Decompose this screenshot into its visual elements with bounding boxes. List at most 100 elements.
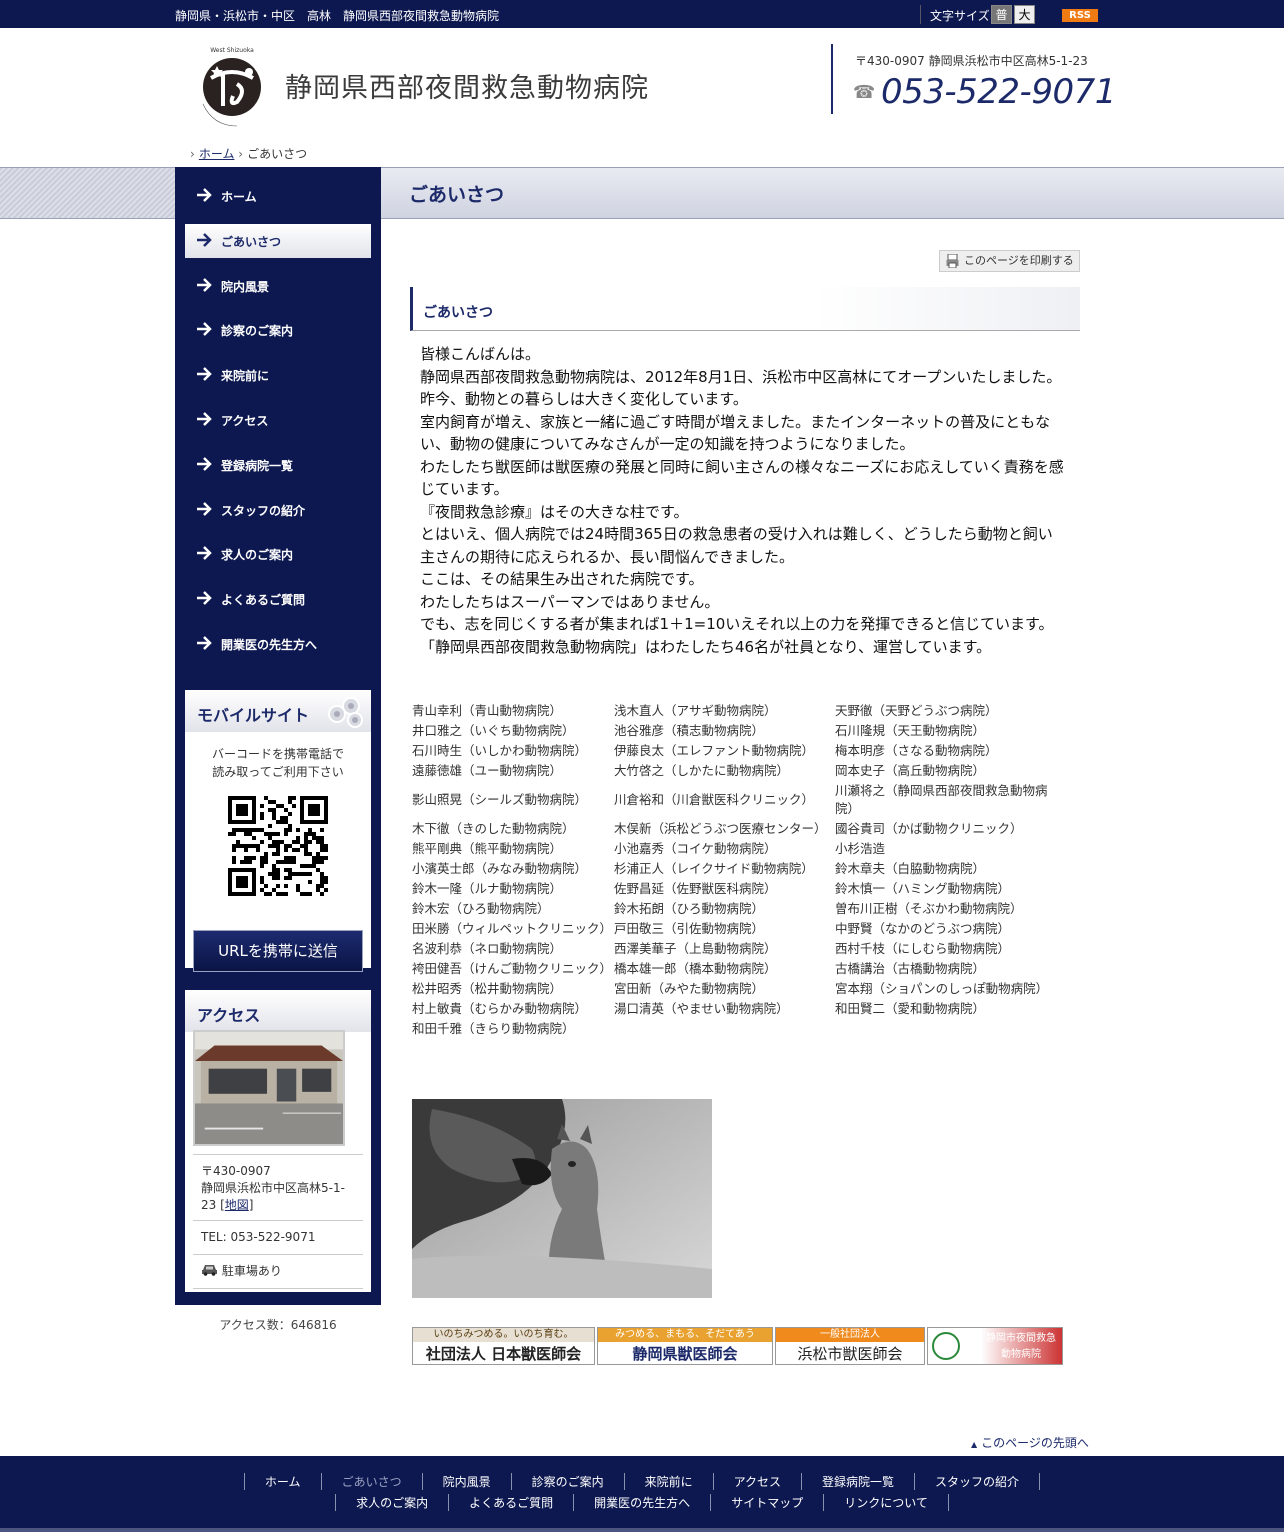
- footer-link[interactable]: 院内風景: [421, 1473, 511, 1490]
- arrow-right-icon: [197, 367, 212, 382]
- shizuoka-vma-banner[interactable]: みつめる、まもる、そだてあう 静岡県獣医師会: [597, 1327, 773, 1365]
- staff-member: 木俣新（浜松どうぶつ医療センター）: [614, 821, 827, 836]
- greeting-text: 皆様こんばんは。静岡県西部夜間救急動物病院は、2012年8月1日、浜松市中区高林…: [420, 343, 1065, 658]
- sidebar-nav-item[interactable]: 求人のご案内: [185, 537, 371, 571]
- staff-member: 湯口清英（やませい動物病院）: [614, 1001, 789, 1016]
- sidebar-nav-item[interactable]: スタッフの紹介: [185, 493, 371, 527]
- footer-link[interactable]: 開業医の先生方へ: [573, 1494, 710, 1511]
- breadcrumb-arrow-icon: ›: [238, 147, 244, 161]
- footer-link[interactable]: スタッフの紹介: [914, 1473, 1041, 1490]
- greeting-paragraph: ここは、その結果生み出された病院です。: [420, 570, 704, 588]
- font-size-normal-button[interactable]: 普: [991, 5, 1012, 24]
- back-to-top-link[interactable]: ▲ このページの先頭へ: [971, 1434, 1089, 1451]
- table-row: 熊平剛典（熊平動物病院） 小池嘉秀（コイケ動物病院） 小杉浩造: [410, 839, 1064, 859]
- hamamatsu-vma-banner-tagline: 一般社団法人: [776, 1328, 924, 1342]
- site-title[interactable]: 静岡県西部夜間救急動物病院: [285, 66, 649, 105]
- up-triangle-icon: ▲: [971, 1440, 978, 1449]
- staff-member: 池谷雅彦（積志動物病院）: [614, 723, 765, 738]
- hospital-logo[interactable]: West Shizuoka: [193, 44, 271, 130]
- sidebar-nav-item[interactable]: ホーム: [185, 179, 371, 213]
- staff-member: 岡本史子（高丘動物病院）: [835, 763, 986, 778]
- shizuoka-city-banner-line: 動物病院: [1001, 1349, 1041, 1360]
- staff-member: 遠藤徳雄（ユー動物病院）: [412, 763, 563, 778]
- footer-link[interactable]: 来院前に: [623, 1473, 713, 1490]
- sidebar-nav-item[interactable]: 来院前に: [185, 358, 371, 392]
- footer-link[interactable]: 登録病院一覧: [801, 1473, 914, 1490]
- staff-member: 浅木直人（アサギ動物病院）: [614, 703, 777, 718]
- footer-link[interactable]: よくあるご質問: [448, 1494, 573, 1511]
- font-size-large-button[interactable]: 大: [1014, 5, 1035, 24]
- shizuoka-city-banner-text: 静岡市夜間救急 動物病院: [986, 1331, 1056, 1363]
- print-page-button[interactable]: このページを印刷する: [939, 250, 1080, 272]
- table-row: 青山幸利（青山動物病院） 浅木直人（アサギ動物病院） 天野徹（天野どうぶつ病院）: [410, 701, 1064, 721]
- staff-table: 青山幸利（青山動物病院） 浅木直人（アサギ動物病院） 天野徹（天野どうぶつ病院） 井口…: [410, 701, 1064, 1039]
- footer-link[interactable]: ごあいさつ: [320, 1473, 422, 1490]
- arrow-right-icon: [197, 188, 212, 202]
- breadcrumb-current: ごあいさつ: [247, 147, 308, 161]
- hospital-building-photo[interactable]: [193, 1030, 345, 1146]
- sidebar-nav-item[interactable]: 登録病院一覧: [185, 448, 371, 482]
- staff-member: 影山照晃（シールズ動物病院）: [412, 792, 588, 807]
- greeting-paragraph: 「静岡県西部夜間救急動物病院」はわたしたち46名が社員となり、運営しています。: [420, 637, 992, 656]
- header-address: 〒430-0907 静岡県浜松市中区高林5-1-23: [855, 54, 1088, 68]
- sidebar-nav-item[interactable]: ごあいさつ: [185, 223, 371, 258]
- footer-link[interactable]: リンクについて: [823, 1494, 949, 1511]
- page-heading: ごあいさつ: [409, 184, 505, 206]
- back-to-top-label: このページの先頭へ: [981, 1436, 1089, 1450]
- map-link[interactable]: 地図: [225, 1198, 249, 1212]
- greeting-paragraph: 昨今、動物との暮らしは大きく変化しています。: [420, 390, 748, 408]
- staff-member: 名波利恭（ネロ動物病院）: [412, 941, 563, 956]
- greeting-paragraph: 室内飼育が増え、家族と一緒に過ごす時間が増えました。またインターネットの普及にと…: [420, 412, 1051, 454]
- breadcrumb-home-link[interactable]: ホーム: [199, 147, 235, 161]
- staff-member: 小杉浩造: [835, 841, 886, 856]
- header-phone: 053-522-9071: [881, 72, 1116, 112]
- send-url-button[interactable]: URLを携帯に送信: [193, 930, 363, 972]
- staff-member: 宮本翔（ショパンのしっぽ動物病院）: [835, 981, 1049, 996]
- jvma-banner-name: 社団法人 日本獣医師会: [425, 1345, 582, 1363]
- topbar-divider: [920, 5, 921, 24]
- sidebar-nav-item[interactable]: 開業医の先生方へ: [185, 627, 371, 661]
- mobile-site-title: モバイルサイト: [197, 706, 310, 725]
- access-box: アクセス 〒430-0907 静岡県浜松市中区高林5-1-23 [地図] TEL…: [185, 990, 371, 1292]
- dog-and-cat-photo: [412, 1099, 712, 1298]
- shizuoka-city-night-hospital-banner[interactable]: 静岡市夜間救急 動物病院: [927, 1327, 1063, 1365]
- staff-member: 鈴木一隆（ルナ動物病院）: [412, 881, 563, 896]
- staff-member: 鈴木拓朗（ひろ動物病院）: [614, 901, 765, 916]
- sidebar-nav-item[interactable]: よくあるご質問: [185, 582, 371, 616]
- shizuoka-city-logo-icon: [932, 1332, 960, 1360]
- sidebar-nav-label: スタッフの紹介: [221, 503, 306, 518]
- greeting-paragraph: 『夜間救急診療』はその大きな柱です。: [420, 502, 689, 521]
- footer-link[interactable]: アクセス: [712, 1473, 801, 1490]
- footer-link[interactable]: サイトマップ: [710, 1494, 823, 1511]
- arrow-right-icon: [197, 636, 212, 650]
- greeting-paragraph: 皆様こんばんは。: [420, 345, 541, 363]
- car-icon: [202, 1265, 217, 1276]
- jvma-banner[interactable]: いのちみつめる。いのち育む。 社団法人 日本獣医師会: [412, 1327, 595, 1365]
- rss-button[interactable]: RSS: [1062, 9, 1098, 22]
- staff-member: 木下徹（きのした動物病院）: [412, 821, 575, 836]
- qr-code: [228, 796, 328, 896]
- table-row: 木下徹（きのした動物病院） 木俣新（浜松どうぶつ医療センター） 國谷貴司（かば動物ク…: [410, 819, 1064, 839]
- staff-member: 川瀬将之（静岡県西部夜間救急動物病院）: [835, 783, 1048, 816]
- staff-member: 井口雅之（いぐち動物病院）: [412, 723, 575, 738]
- sidebar-nav-item[interactable]: アクセス: [185, 403, 371, 437]
- greeting-paragraph: 静岡県西部夜間救急動物病院は、2012年8月1日、浜松市中区高林にてオープンいた…: [420, 367, 1062, 386]
- sidebar-nav-label: 求人のご案内: [221, 548, 294, 563]
- staff-member: 田米勝（ウィルペットクリニック）: [412, 921, 613, 936]
- sidebar-nav-item[interactable]: 院内風景: [185, 269, 371, 303]
- sidebar-nav-label: 診察のご案内: [221, 324, 294, 339]
- staff-member: 熊平剛典（熊平動物病院）: [412, 841, 563, 856]
- section-title-bar: ごあいさつ: [410, 287, 1080, 331]
- hamamatsu-vma-banner[interactable]: 一般社団法人 浜松市獣医師会: [775, 1327, 925, 1365]
- access-counter: アクセス数：646816: [219, 1318, 337, 1332]
- table-row: 和田千雅（きらり動物病院）: [410, 1019, 1064, 1039]
- footer-link[interactable]: 診察のご案内: [510, 1473, 624, 1490]
- table-row: 小濱英士郎（みなみ動物病院） 杉浦正人（レイクサイド動物病院） 鈴木章夫（白脇動物病…: [410, 859, 1064, 879]
- sidebar-nav-item[interactable]: 診察のご案内: [185, 313, 371, 347]
- staff-member: 鈴木章夫（白脇動物病院）: [835, 861, 986, 876]
- footer-link[interactable]: 求人のご案内: [335, 1494, 448, 1511]
- footer-link[interactable]: ホーム: [243, 1473, 321, 1490]
- sidebar-nav-label: 開業医の先生方へ: [221, 638, 318, 652]
- shizuoka-vma-banner-name: 静岡県獣医師会: [632, 1345, 738, 1363]
- svg-text:West Shizuoka: West Shizuoka: [210, 47, 254, 54]
